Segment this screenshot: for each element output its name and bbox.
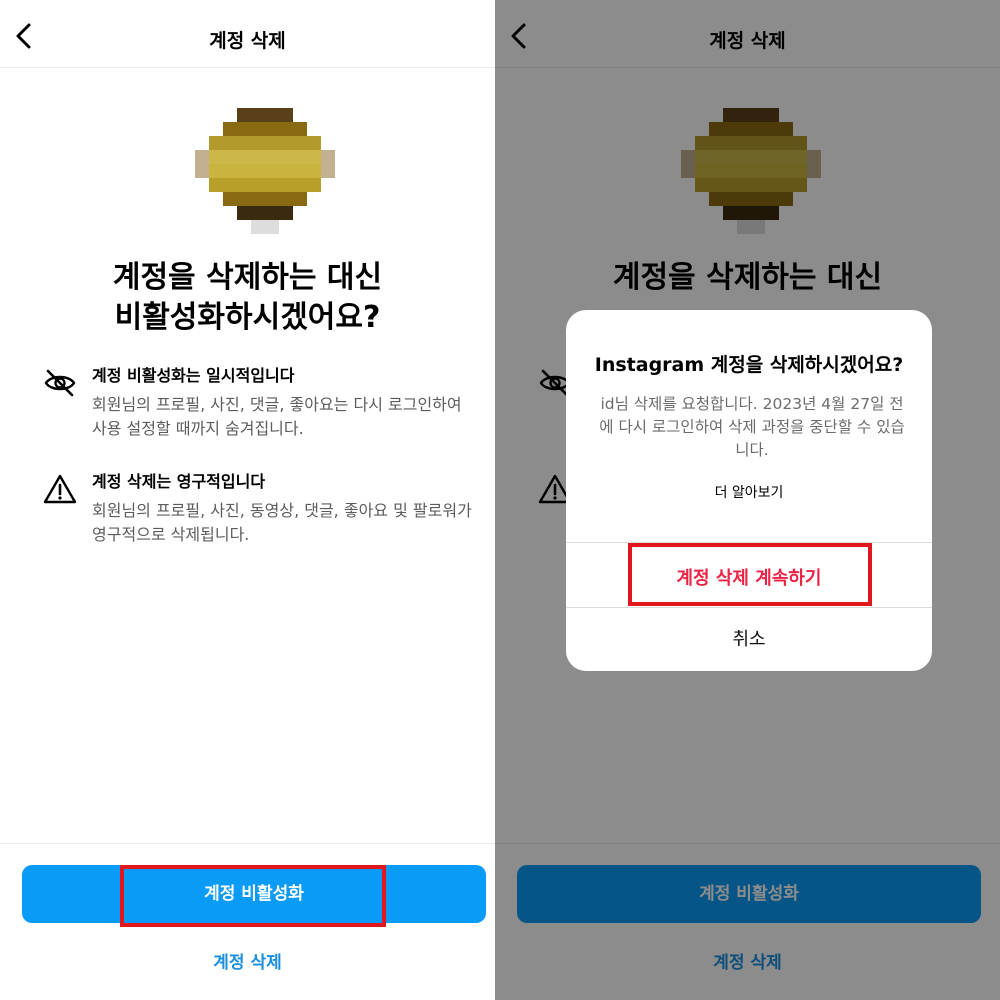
info-description: 회원님의 프로필, 사진, 댓글, 좋아요는 다시 로그인하여 사용 설정할 때…: [92, 395, 462, 438]
avatar: [195, 108, 335, 234]
learn-more-link[interactable]: 더 알아보기: [566, 482, 932, 502]
dialog-divider: [566, 607, 932, 608]
footer-divider: [0, 843, 495, 844]
nav-bar: 계정 삭제: [0, 0, 495, 68]
delete-confirm-screen: 계정 삭제 계정을 삭제하는 대신 계정 비활성화 계정 삭제 Instagra…: [495, 0, 1000, 1000]
eye-slash-icon: [44, 369, 76, 397]
cancel-button[interactable]: 취소: [566, 625, 932, 651]
delete-account-link[interactable]: 계정 삭제: [0, 948, 495, 973]
delete-account-screen: 계정 삭제 계정을 삭제하는 대신 비활성화하시겠어요? 계정 비활성화는 일시…: [0, 0, 495, 1000]
comparison-screenshot: 계정 삭제 계정을 삭제하는 대신 비활성화하시겠어요? 계정 비활성화는 일시…: [0, 0, 1000, 1000]
headline-line-2: 비활성화하시겠어요?: [114, 300, 381, 335]
warning-triangle-icon: [43, 474, 77, 504]
info-title: 계정 비활성화는 일시적입니다: [92, 366, 295, 385]
headline: 계정을 삭제하는 대신 비활성화하시겠어요?: [0, 258, 495, 338]
info-description: 회원님의 프로필, 사진, 동영상, 댓글, 좋아요 및 팔로워가 영구적으로 …: [92, 501, 472, 544]
page-title: 계정 삭제: [209, 30, 286, 52]
dialog-divider: [566, 542, 932, 543]
deactivate-account-button[interactable]: 계정 비활성화: [22, 865, 486, 923]
info-title: 계정 삭제는 영구적입니다: [92, 472, 266, 491]
dialog-body: id님 삭제를 요청합니다. 2023년 4월 27일 전에 다시 로그인하여 …: [599, 395, 905, 459]
delete-confirm-dialog: Instagram 계정을 삭제하시겠어요? id님 삭제를 요청합니다. 20…: [566, 310, 932, 671]
dialog-title: Instagram 계정을 삭제하시겠어요?: [594, 354, 904, 376]
continue-delete-button[interactable]: 계정 삭제 계속하기: [566, 564, 932, 590]
headline-line-1: 계정을 삭제하는 대신: [112, 260, 383, 295]
